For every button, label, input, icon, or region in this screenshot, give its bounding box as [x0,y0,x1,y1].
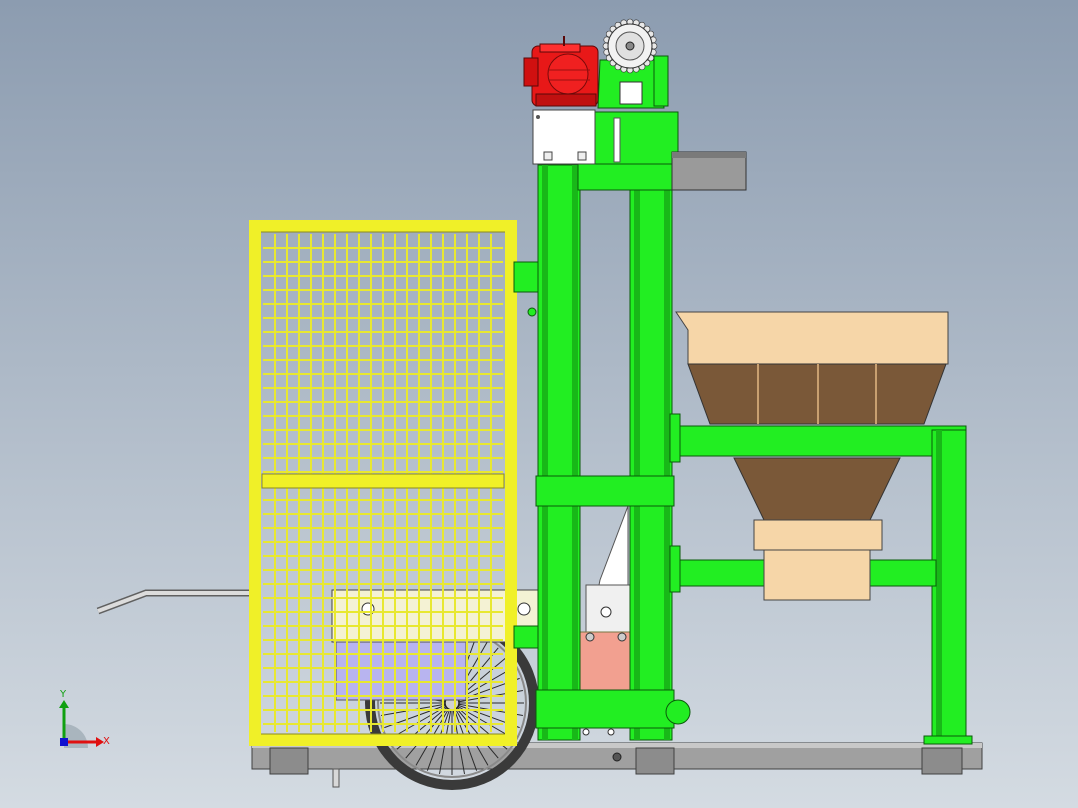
chute [671,151,747,191]
y-axis-label: Y [59,689,67,700]
x-axis-label: X [103,736,110,747]
motor-icon [523,36,599,107]
cad-viewport[interactable]: X Y [0,0,1078,808]
z-axis-marker [60,738,68,746]
